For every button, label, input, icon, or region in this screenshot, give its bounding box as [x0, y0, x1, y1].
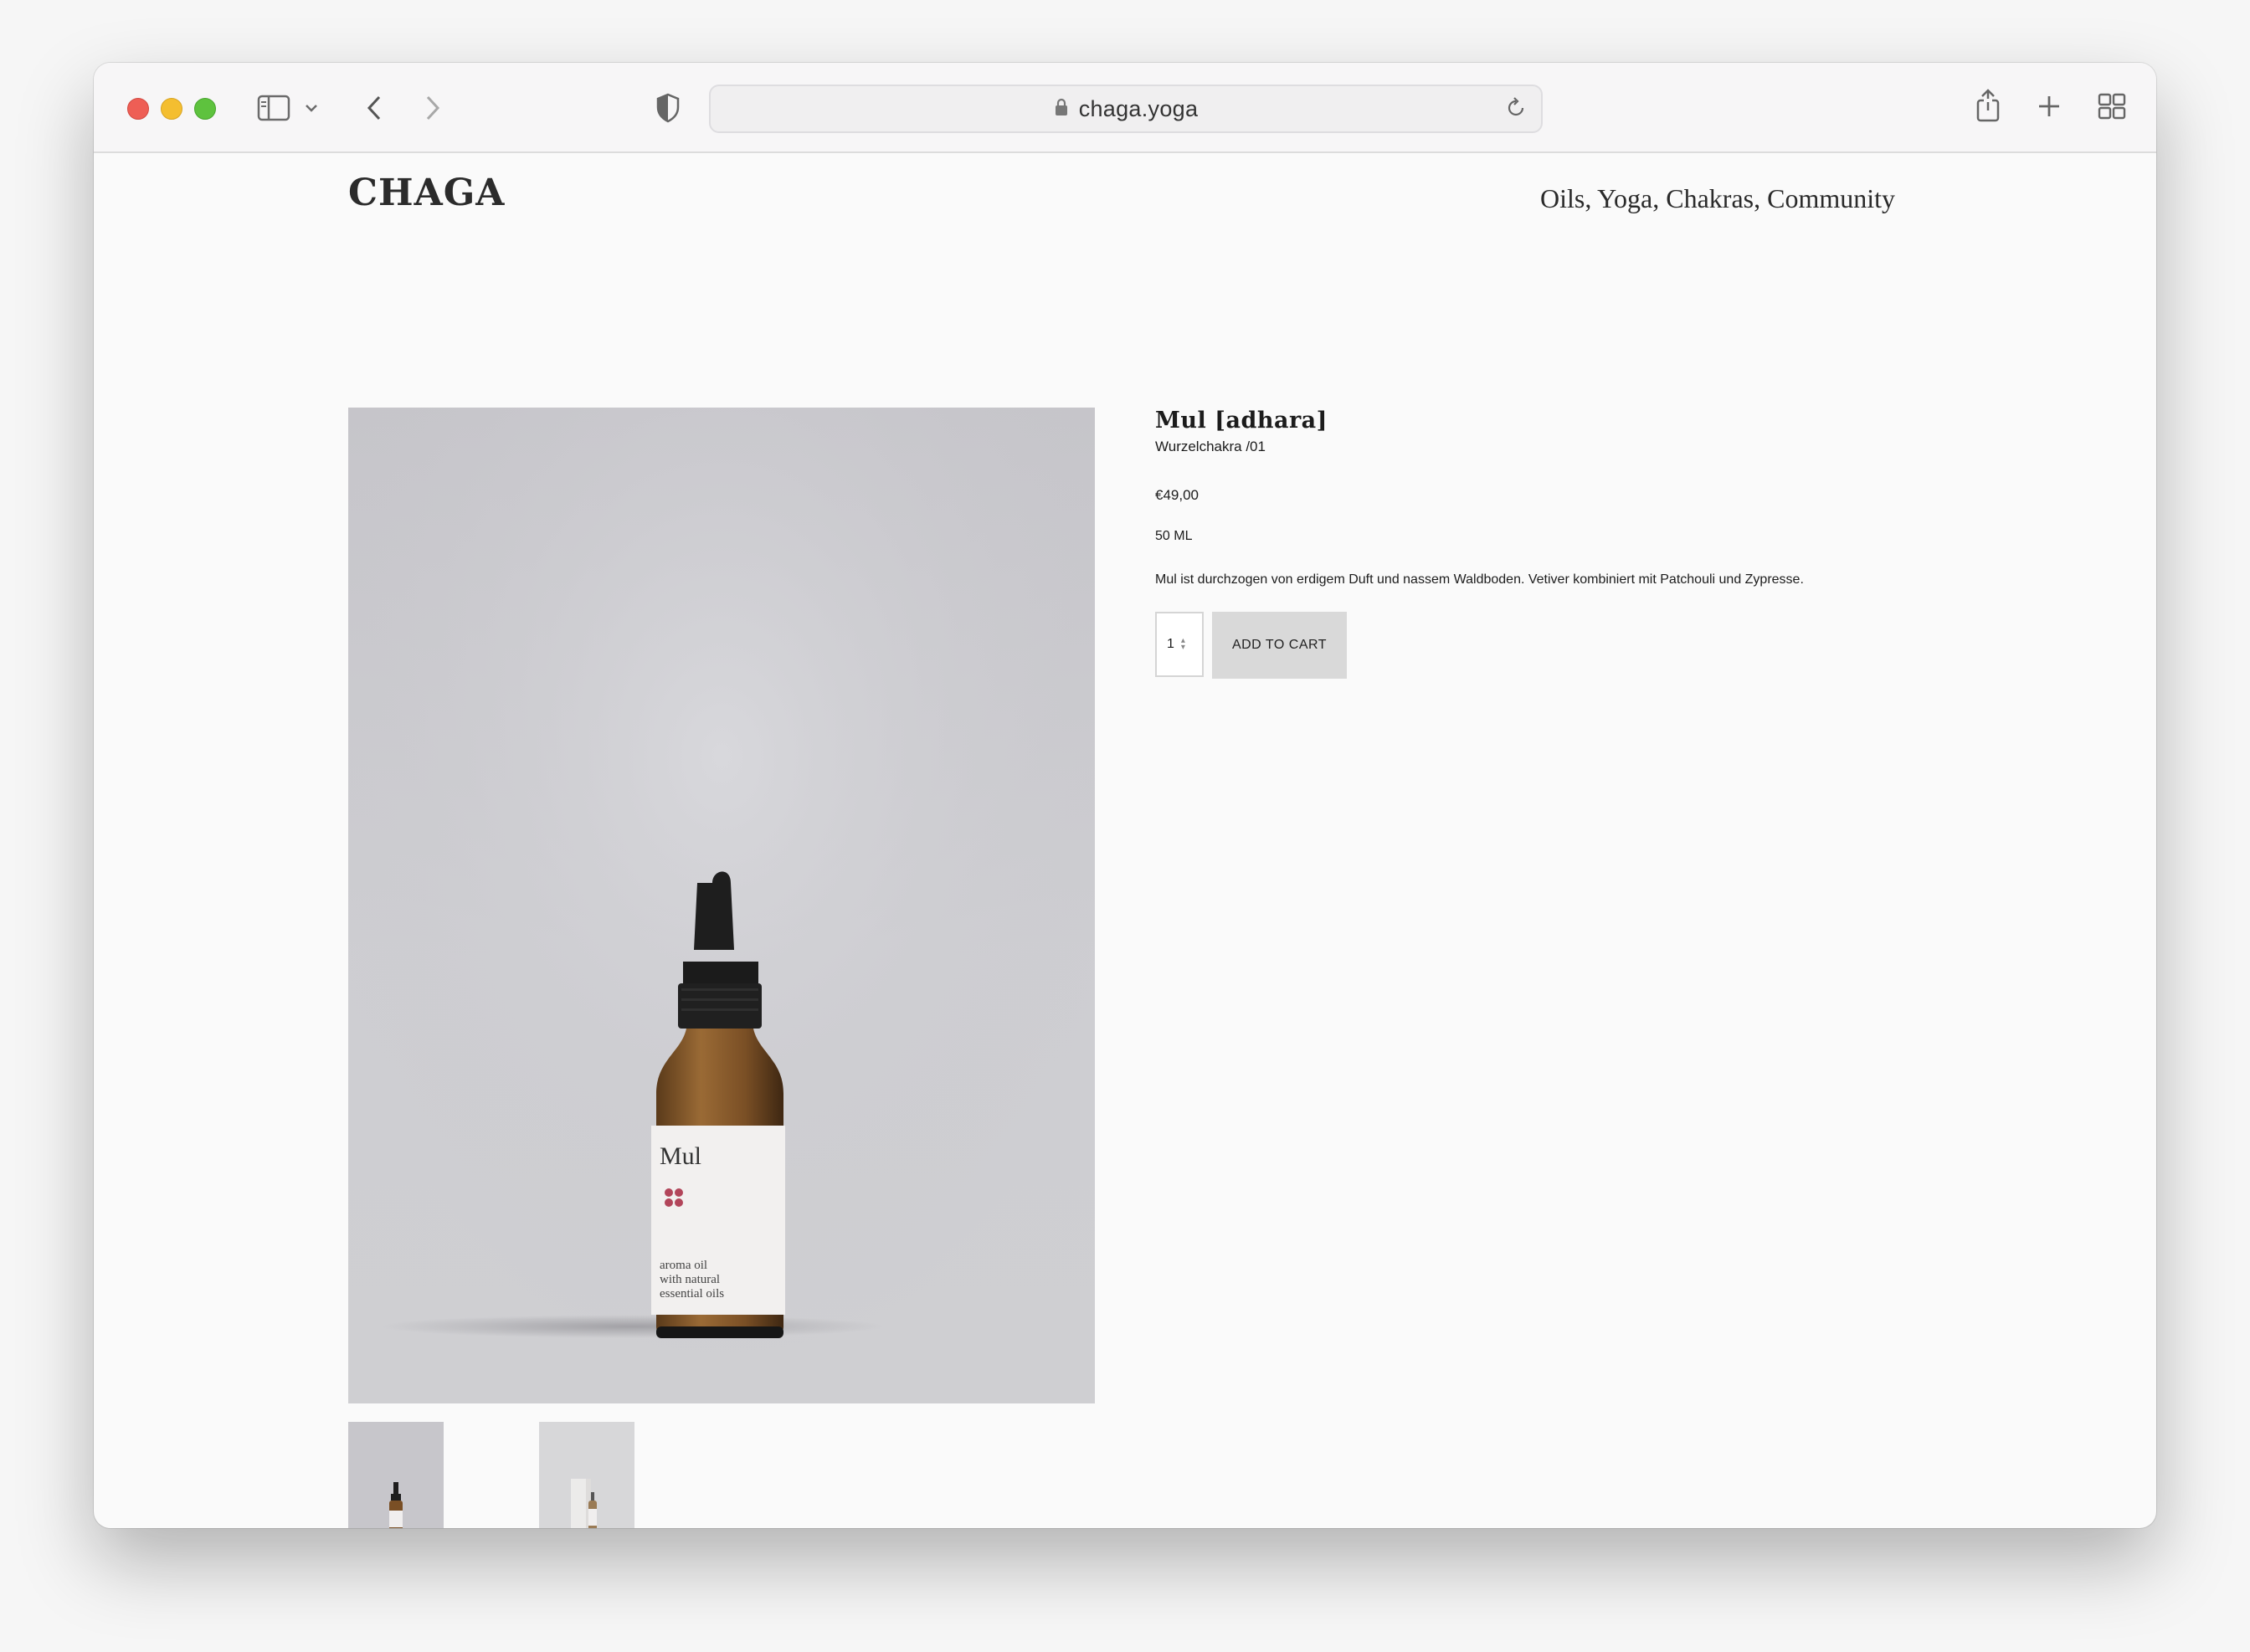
product-info: Mul [adhara] Wurzelchakra /01 €49,00 50 … — [1155, 408, 1908, 679]
shield-icon[interactable] — [653, 91, 683, 125]
label-line-2: with natural — [660, 1273, 720, 1286]
forward-icon[interactable] — [420, 90, 445, 126]
plus-icon[interactable] — [2034, 91, 2064, 121]
minimize-window-button[interactable] — [161, 98, 182, 120]
product-thumbnail-1[interactable] — [348, 1422, 444, 1528]
product-size: 50 ML — [1155, 529, 1193, 543]
chevron-down-icon[interactable] — [301, 96, 321, 120]
close-window-button[interactable] — [127, 98, 149, 120]
share-icon[interactable] — [1972, 85, 2004, 126]
add-to-cart-button[interactable]: ADD TO CART — [1212, 612, 1347, 679]
page-content: CHAGA Oils, Yoga, Chakras, Community Mul… — [94, 153, 2156, 1528]
reload-icon[interactable] — [1504, 96, 1528, 124]
nav-item-community[interactable]: Community — [1767, 183, 1895, 213]
main-nav: Oils, Yoga, Chakras, Community — [1539, 183, 1895, 213]
lock-icon — [1054, 98, 1069, 121]
stepper-arrows-icon[interactable]: ▴ ▾ — [1181, 637, 1185, 652]
quantity-stepper[interactable]: 1 ▴ ▾ — [1155, 612, 1204, 677]
browser-window: chaga.yoga CHAGA Oils, Yoga, Chakras, Co… — [94, 63, 2156, 1528]
browser-toolbar: chaga.yoga — [94, 63, 2156, 153]
nav-item-chakras[interactable]: Chakras — [1666, 183, 1754, 213]
product-price: €49,00 — [1155, 487, 1199, 503]
tabs-icon[interactable] — [2096, 91, 2128, 121]
label-name: Mul — [660, 1142, 701, 1170]
product-title: Mul [adhara] — [1155, 408, 1328, 434]
cart-row: 1 ▴ ▾ ADD TO CART — [1155, 612, 1347, 679]
product-description: Mul ist durchzogen von erdigem Duft und … — [1155, 572, 1804, 587]
product-subtitle: Wurzelchakra /01 — [1155, 439, 1266, 454]
product-main-image[interactable]: Mul aroma oil with natural essential oil… — [348, 408, 1095, 1403]
sidebar-icon[interactable] — [256, 91, 291, 125]
product-thumbnail-2[interactable] — [539, 1422, 634, 1528]
quantity-value: 1 — [1167, 637, 1174, 651]
nav-item-yoga[interactable]: Yoga — [1597, 183, 1652, 213]
site-logo[interactable]: CHAGA — [348, 172, 505, 214]
zoom-window-button[interactable] — [194, 98, 216, 120]
url-text: chaga.yoga — [1078, 95, 1199, 121]
label-line-1: aroma oil — [660, 1259, 707, 1272]
back-icon[interactable] — [362, 90, 387, 126]
nav-item-oils[interactable]: Oils — [1540, 183, 1585, 213]
address-bar[interactable]: chaga.yoga — [709, 85, 1543, 133]
label-line-3: essential oils — [660, 1287, 724, 1301]
